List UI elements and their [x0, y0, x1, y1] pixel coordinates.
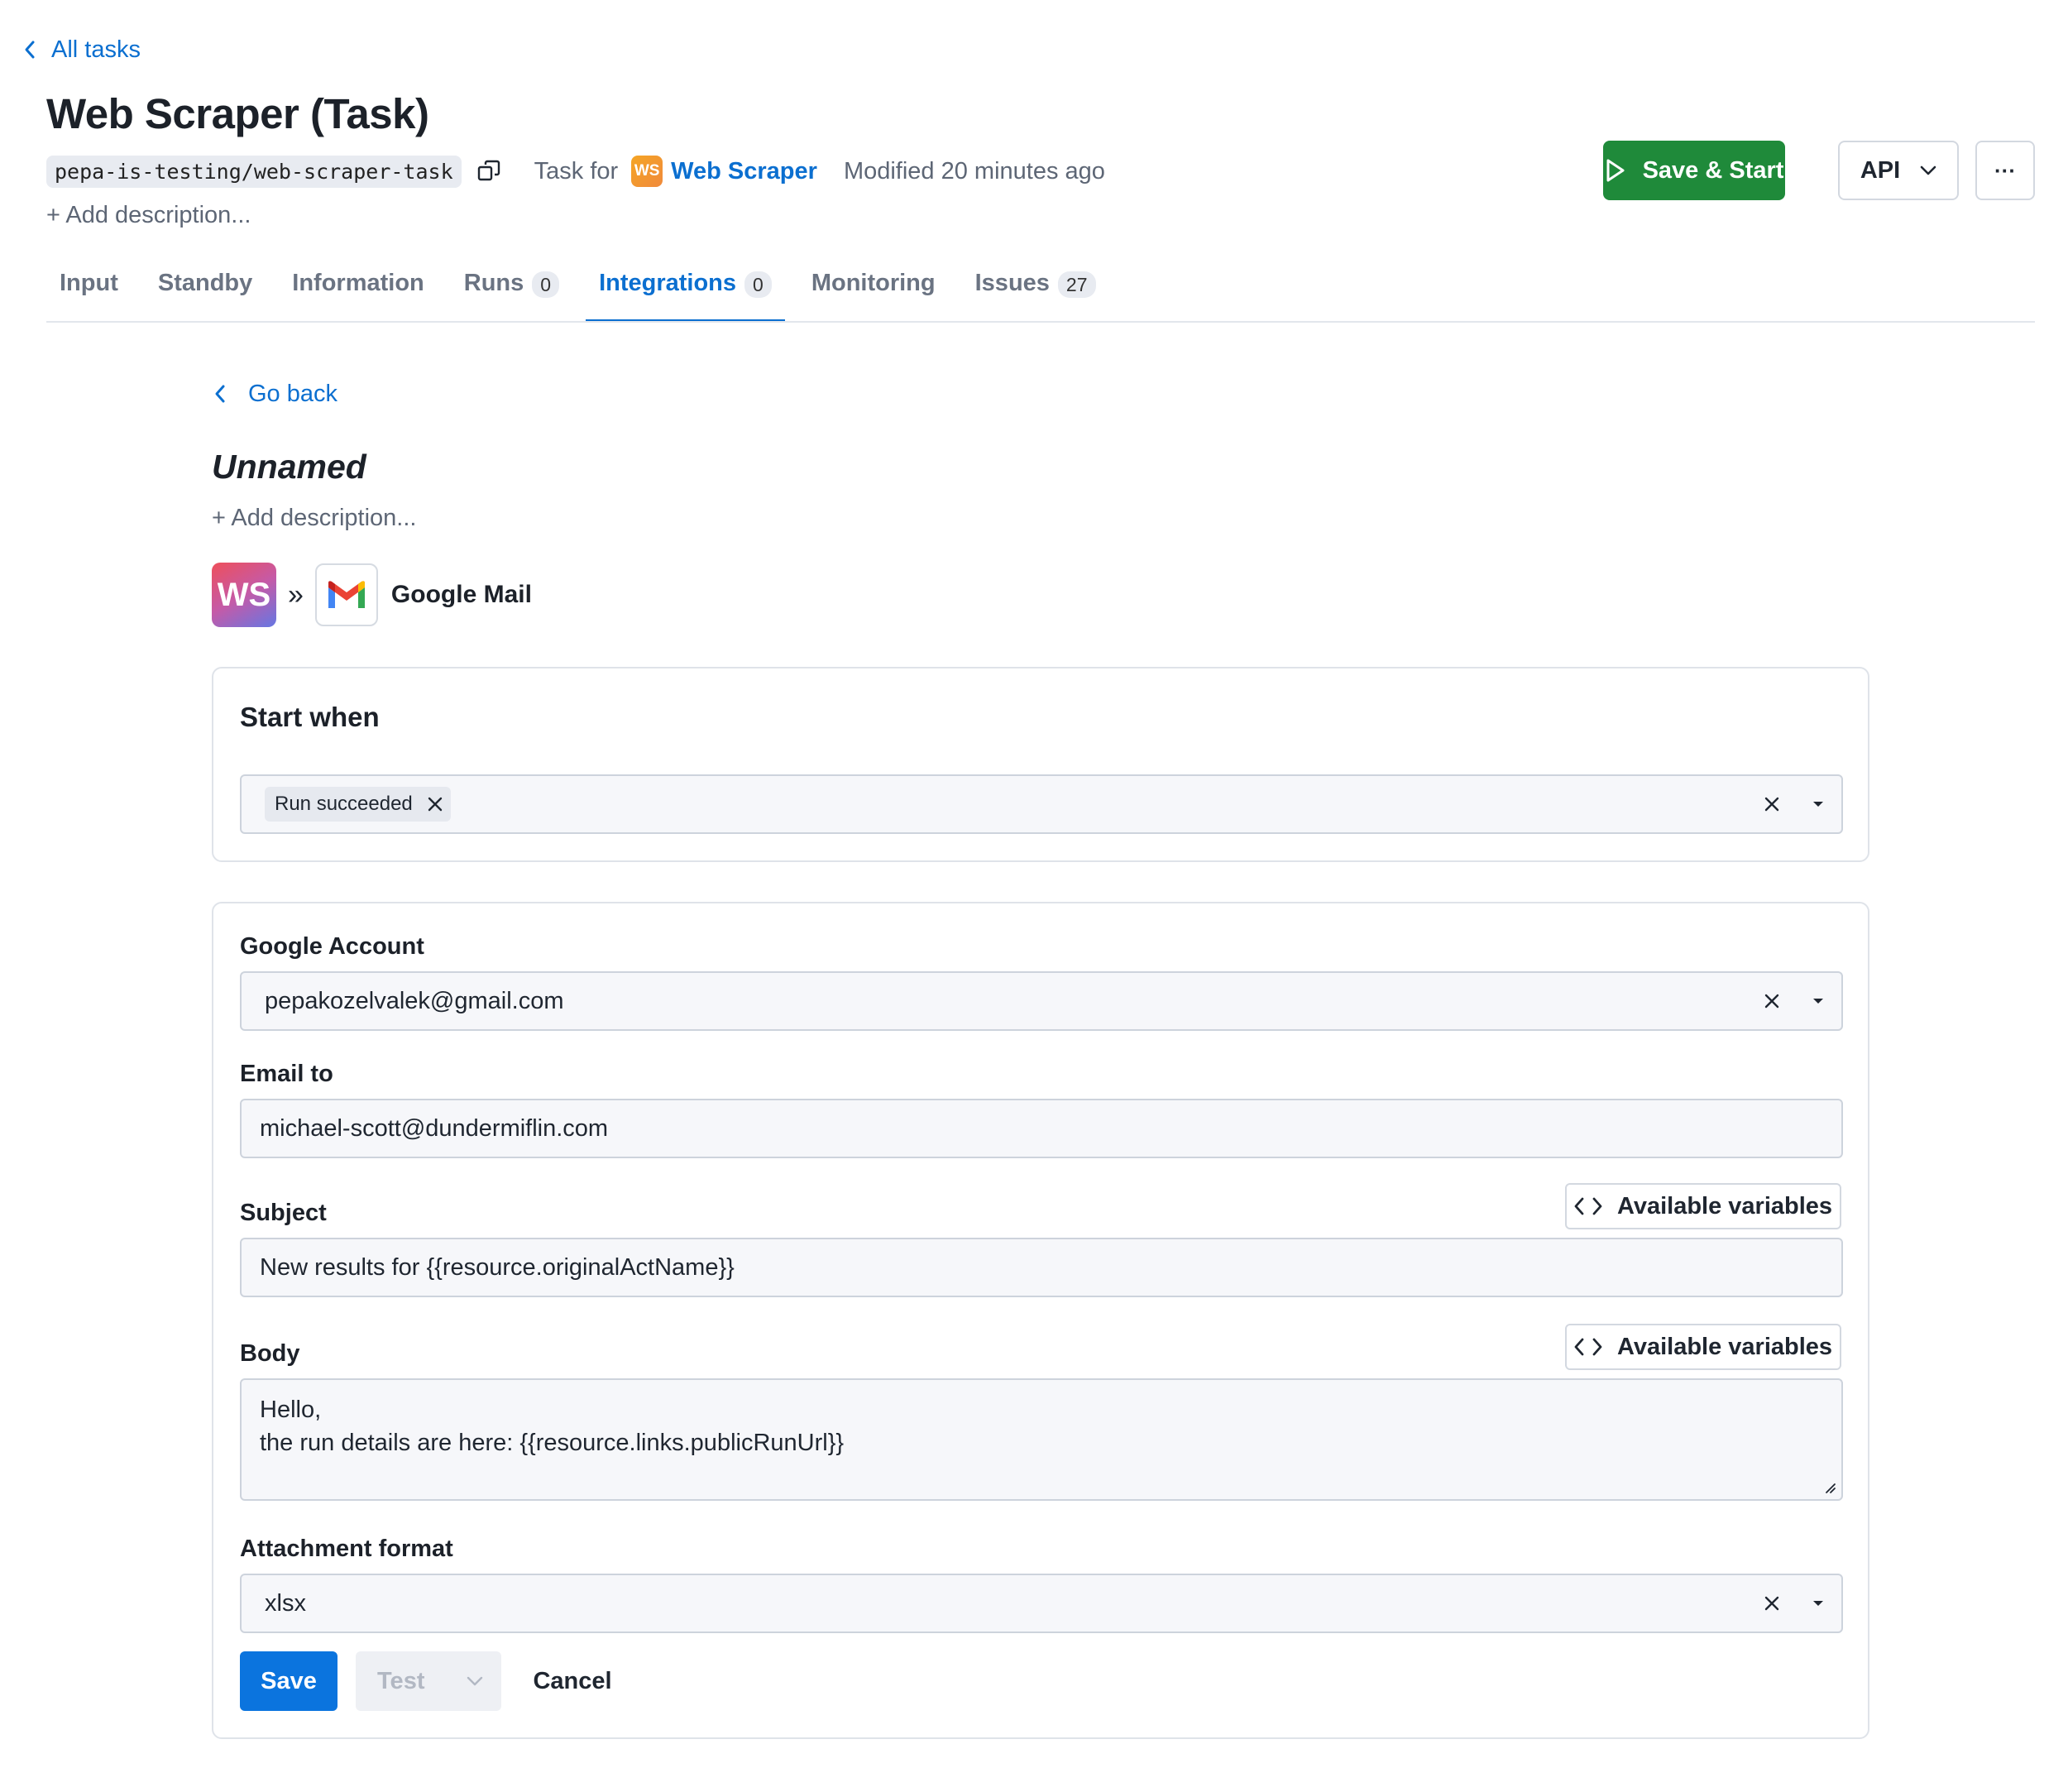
all-tasks-link[interactable]: All tasks: [23, 33, 141, 66]
tab-runs[interactable]: Runs 0: [451, 261, 572, 321]
integration-connection: WS » Google Mail: [212, 563, 532, 627]
tab-label: Monitoring: [811, 270, 936, 296]
code-icon: [1574, 1197, 1602, 1215]
event-types-select[interactable]: Run succeeded: [240, 774, 1843, 834]
api-dropdown-button[interactable]: API: [1838, 141, 1959, 200]
resize-handle-icon[interactable]: [1823, 1481, 1836, 1494]
google-account-value: pepakozelvalek@gmail.com: [265, 987, 564, 1014]
tab-integrations[interactable]: Integrations 0: [586, 261, 785, 323]
subject-field[interactable]: New results for {{resource.originalActNa…: [240, 1238, 1843, 1297]
chevron-down-icon: [1920, 165, 1936, 175]
caret-down-icon[interactable]: [1795, 800, 1841, 808]
count-badge: 0: [532, 271, 560, 298]
email-to-field[interactable]: michael-scott@dundermiflin.com: [240, 1099, 1843, 1158]
chevron-down-icon: [467, 1676, 483, 1686]
task-for-label: Task for: [534, 157, 619, 184]
body-textarea[interactable]: Hello, the run details are here: {{resou…: [240, 1378, 1843, 1501]
body-available-variables-button[interactable]: Available variables: [1565, 1324, 1841, 1370]
play-icon: [1606, 159, 1625, 182]
gmail-logo-icon: [314, 563, 378, 626]
attachment-format-value: xlsx: [265, 1589, 306, 1617]
email-to-label: Email to: [240, 1061, 333, 1087]
tabs-divider: [46, 321, 2035, 323]
cancel-button[interactable]: Cancel: [518, 1651, 627, 1711]
caret-down-icon[interactable]: [1795, 997, 1841, 1005]
google-account-select[interactable]: pepakozelvalek@gmail.com: [240, 971, 1843, 1031]
tab-standby[interactable]: Standby: [145, 261, 266, 321]
body-line: the run details are here: {{resource.lin…: [260, 1430, 845, 1456]
go-back-label: Go back: [248, 380, 337, 407]
tab-bar: Input Standby Information Runs 0 Integrat…: [46, 261, 1123, 323]
subject-label: Subject: [240, 1200, 327, 1226]
gmail-settings-card: Google Account pepakozelvalek@gmail.com …: [212, 902, 1869, 1739]
available-variables-label: Available variables: [1616, 1333, 1833, 1360]
modified-timestamp: Modified 20 minutes ago: [843, 157, 1105, 184]
chevron-left-icon: [215, 385, 225, 403]
count-badge: 27: [1057, 271, 1096, 298]
caret-down-icon[interactable]: [1795, 1599, 1841, 1608]
web-scraper-logo-icon: WS: [212, 563, 276, 627]
save-start-label: Save & Start: [1642, 156, 1784, 184]
test-label: Test: [377, 1667, 425, 1694]
tab-issues[interactable]: Issues 27: [962, 261, 1109, 321]
start-when-card: Start when Run succeeded: [212, 667, 1869, 862]
actor-link[interactable]: Web Scraper: [671, 158, 817, 185]
more-options-button[interactable]: ···: [1975, 141, 2035, 200]
tab-label: Runs: [463, 270, 524, 296]
tab-information[interactable]: Information: [279, 261, 438, 321]
task-slug: pepa-is-testing/web-scraper-task: [46, 155, 462, 188]
count-badge: 0: [744, 271, 772, 298]
page-title: Web Scraper (Task): [46, 90, 429, 137]
event-chip: Run succeeded: [265, 787, 451, 822]
available-variables-label: Available variables: [1616, 1192, 1833, 1219]
tab-label: Input: [60, 270, 118, 296]
test-button: Test: [356, 1651, 501, 1711]
subject-value: New results for {{resource.originalActNa…: [260, 1253, 735, 1281]
clear-icon[interactable]: [1749, 1596, 1795, 1611]
start-when-title: Start when: [240, 702, 380, 732]
tab-label: Integrations: [599, 270, 737, 296]
clear-icon[interactable]: [1749, 797, 1795, 812]
more-icon: ···: [1994, 157, 2016, 183]
copy-icon[interactable]: [476, 159, 501, 184]
save-button[interactable]: Save: [240, 1651, 337, 1711]
chip-label: Run succeeded: [275, 793, 413, 815]
subject-available-variables-button[interactable]: Available variables: [1565, 1183, 1841, 1229]
double-chevron-right-icon: »: [288, 578, 304, 611]
target-app-name: Google Mail: [390, 581, 532, 608]
task-meta-row: pepa-is-testing/web-scraper-task Task fo…: [46, 151, 1105, 191]
add-description-link[interactable]: + Add description...: [46, 202, 251, 229]
save-start-button[interactable]: Save & Start: [1603, 141, 1785, 200]
tab-label: Information: [292, 270, 424, 296]
body-line: Hello,: [260, 1397, 322, 1423]
tab-label: Issues: [974, 270, 1050, 296]
api-label: API: [1860, 156, 1901, 184]
web-scraper-badge-icon: WS: [631, 156, 663, 187]
add-integration-description-link[interactable]: + Add description...: [212, 505, 416, 532]
tab-input[interactable]: Input: [46, 261, 132, 321]
tab-label: Standby: [157, 270, 253, 296]
body-label: Body: [240, 1340, 300, 1367]
remove-chip-icon[interactable]: [428, 797, 443, 812]
attachment-format-select[interactable]: xlsx: [240, 1574, 1843, 1633]
attachment-format-label: Attachment format: [240, 1536, 453, 1562]
integration-title: Unnamed: [212, 448, 366, 486]
chevron-left-icon: [25, 41, 35, 59]
clear-icon[interactable]: [1749, 994, 1795, 1009]
go-back-link[interactable]: Go back: [213, 377, 337, 410]
code-icon: [1574, 1338, 1602, 1356]
google-account-label: Google Account: [240, 933, 424, 960]
tab-monitoring[interactable]: Monitoring: [798, 261, 949, 321]
email-to-value: michael-scott@dundermiflin.com: [260, 1114, 609, 1142]
all-tasks-label: All tasks: [51, 36, 141, 63]
